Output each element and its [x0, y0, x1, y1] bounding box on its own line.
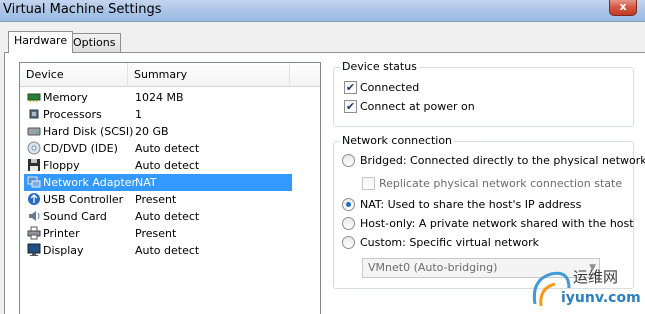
device-row-usb-controller[interactable]: USB Controller Present	[24, 191, 292, 208]
device-row-memory[interactable]: Memory 1024 MB	[24, 89, 292, 106]
device-status-group: Device status	[333, 60, 634, 127]
watermark-text-url: iyunv.com	[561, 290, 641, 306]
device-name: USB Controller	[43, 193, 124, 206]
hard-disk-icon	[27, 127, 41, 136]
device-row-hard-disk[interactable]: Hard Disk (SCSI) 20 GB	[24, 123, 292, 140]
processor-icon	[29, 109, 39, 119]
device-summary: Auto detect	[135, 244, 200, 257]
host-only-radio[interactable]	[342, 217, 355, 230]
host-only-label[interactable]: Host-only: A private network shared with…	[360, 217, 634, 230]
device-name: CD/DVD (IDE)	[43, 142, 118, 155]
connected-label[interactable]: Connected	[360, 81, 419, 94]
column-summary-label: Summary	[134, 68, 188, 81]
device-row-printer[interactable]: Printer Present	[24, 225, 292, 242]
window-title: Virtual Machine Settings	[3, 2, 162, 17]
printer-icon	[27, 226, 41, 240]
device-summary: 1	[135, 108, 142, 121]
device-row-display[interactable]: Display Auto detect	[24, 242, 292, 259]
device-summary: Auto detect	[135, 142, 200, 155]
replicate-state-checkbox[interactable]	[362, 177, 375, 190]
column-header-summary[interactable]: Summary	[128, 63, 290, 87]
device-name: Memory	[43, 91, 88, 104]
device-name: Display	[43, 244, 84, 257]
bridged-radio[interactable]	[342, 154, 355, 167]
nat-radio[interactable]	[342, 198, 355, 211]
device-name: Floppy	[43, 159, 80, 172]
device-name: Printer	[43, 227, 80, 240]
device-status-label: Device status	[340, 60, 419, 73]
device-row-sound-card[interactable]: Sound Card Auto detect	[24, 208, 292, 225]
connected-checkbox[interactable]: ✔	[344, 81, 357, 94]
display-icon	[27, 243, 41, 256]
close-button[interactable]: x	[609, 0, 637, 16]
bridged-label[interactable]: Bridged: Connected directly to the physi…	[360, 154, 645, 167]
title-bar: Virtual Machine Settings x	[0, 0, 645, 22]
connect-at-power-on-checkbox[interactable]: ✔	[344, 100, 357, 113]
custom-network-value: VMnet0 (Auto-bridging)	[368, 261, 498, 274]
device-summary: NAT	[135, 176, 157, 189]
sound-card-icon	[29, 211, 40, 221]
tab-options[interactable]: Options	[67, 33, 122, 53]
device-list[interactable]: Device Summary Memory 1024 MB Processors…	[19, 62, 321, 314]
cd-dvd-icon	[27, 141, 41, 155]
device-summary: Present	[135, 193, 177, 206]
device-row-floppy[interactable]: Floppy Auto detect	[24, 157, 292, 174]
nat-label[interactable]: NAT: Used to share the host's IP address	[360, 198, 581, 211]
device-row-cd-dvd[interactable]: CD/DVD (IDE) Auto detect	[24, 140, 292, 157]
column-header-device[interactable]: Device	[20, 63, 128, 87]
device-summary: Auto detect	[135, 210, 200, 223]
memory-icon	[27, 93, 41, 102]
column-device-label: Device	[26, 68, 64, 81]
device-summary: Present	[135, 227, 177, 240]
device-summary: Auto detect	[135, 159, 200, 172]
tab-hardware-label: Hardware	[14, 34, 68, 47]
device-row-processors[interactable]: Processors 1	[24, 106, 292, 123]
watermark-text-cn: 运维网	[573, 268, 619, 286]
custom-radio[interactable]	[342, 236, 355, 249]
network-adapter-icon	[27, 176, 41, 188]
tab-hardware[interactable]: Hardware	[8, 31, 74, 53]
usb-icon	[28, 193, 40, 205]
connect-at-power-on-label[interactable]: Connect at power on	[360, 100, 475, 113]
device-summary: 20 GB	[135, 125, 169, 138]
device-list-header: Device Summary	[20, 63, 320, 87]
site-watermark-logo: 运维网 iyunv.com	[529, 266, 641, 310]
device-summary: 1024 MB	[135, 91, 184, 104]
close-icon: x	[619, 0, 627, 13]
device-name: Network Adapter	[43, 176, 137, 189]
tab-options-label: Options	[73, 36, 116, 49]
network-connection-label: Network connection	[340, 134, 455, 147]
device-name: Sound Card	[43, 210, 107, 223]
device-name: Processors	[43, 108, 102, 121]
custom-label[interactable]: Custom: Specific virtual network	[360, 236, 539, 249]
replicate-state-label: Replicate physical network connection st…	[379, 177, 623, 190]
device-name: Hard Disk (SCSI)	[43, 125, 134, 138]
device-row-network-adapter[interactable]: Network Adapter NAT	[24, 174, 292, 191]
floppy-icon	[28, 159, 40, 171]
